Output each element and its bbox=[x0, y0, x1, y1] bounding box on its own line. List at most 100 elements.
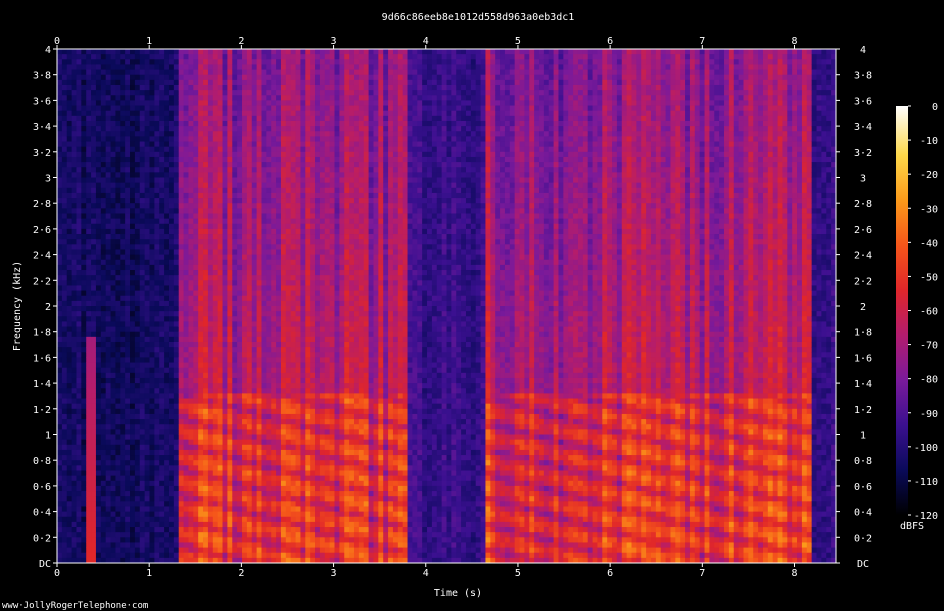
spectrogram-cell bbox=[71, 198, 77, 204]
spectrogram-cell bbox=[295, 352, 301, 358]
spectrogram-cell bbox=[203, 172, 209, 178]
spectrogram-cell bbox=[130, 54, 136, 60]
spectrogram-cell bbox=[222, 156, 228, 163]
spectrogram-cell bbox=[105, 419, 111, 425]
spectrogram-cell bbox=[57, 151, 63, 158]
spectrogram-cell bbox=[261, 115, 267, 122]
spectrogram-cell bbox=[154, 300, 160, 307]
spectrogram-cell bbox=[222, 408, 228, 415]
spectrogram-cell bbox=[86, 167, 92, 173]
spectrogram-cell bbox=[71, 208, 77, 214]
spectrogram-cell bbox=[125, 336, 131, 343]
spectrogram-cell bbox=[237, 336, 243, 343]
spectrogram-cell bbox=[232, 218, 238, 225]
spectrogram-cell bbox=[276, 218, 282, 225]
spectrogram-cell bbox=[212, 90, 219, 96]
spectrogram-cell bbox=[178, 120, 184, 127]
spectrogram-cell bbox=[95, 208, 102, 214]
spectrogram-cell bbox=[290, 475, 296, 482]
spectrogram-cell bbox=[61, 182, 68, 189]
spectrogram-cell bbox=[207, 146, 214, 153]
spectrogram-cell bbox=[227, 316, 233, 322]
spectrogram-cell bbox=[271, 388, 277, 394]
spectrogram-cell bbox=[237, 434, 243, 441]
spectrogram-cell bbox=[76, 115, 82, 122]
spectrogram-cell bbox=[188, 295, 194, 302]
spectrogram-cell bbox=[242, 347, 248, 353]
spectrogram-cell bbox=[217, 69, 223, 76]
spectrogram-cell bbox=[266, 306, 272, 312]
spectrogram-cell bbox=[227, 100, 233, 106]
spectrogram-cell bbox=[280, 372, 287, 379]
spectrogram-cell bbox=[261, 156, 267, 163]
spectrogram-cell bbox=[246, 213, 253, 220]
spectrogram-cell bbox=[285, 311, 292, 317]
spectrogram-cell bbox=[178, 151, 184, 158]
spectrogram-cell bbox=[246, 187, 253, 194]
spectrogram-cell bbox=[246, 264, 253, 271]
spectrogram-cell bbox=[242, 372, 248, 379]
spectrogram-cell bbox=[261, 95, 267, 101]
spectrogram-cell bbox=[159, 367, 165, 374]
spectrogram-cell bbox=[256, 331, 262, 338]
spectrogram-cell bbox=[285, 105, 292, 112]
spectrogram-cell bbox=[71, 285, 77, 291]
spectrogram-cell bbox=[193, 403, 199, 410]
spectrogram-cell bbox=[251, 532, 258, 538]
spectrogram-cell bbox=[227, 187, 233, 194]
spectrogram-cell bbox=[144, 413, 150, 420]
spectrogram-cell bbox=[149, 527, 155, 533]
spectrogram-cell bbox=[256, 542, 262, 548]
spectrogram-cell bbox=[203, 449, 209, 456]
spectrogram-cell bbox=[193, 218, 199, 225]
spectrogram-cell bbox=[76, 300, 82, 307]
spectrogram-cell bbox=[130, 516, 136, 523]
spectrogram-cell bbox=[266, 218, 272, 225]
spectrogram-cell bbox=[125, 151, 131, 158]
spectrogram-cell bbox=[125, 64, 131, 70]
spectrogram-cell bbox=[91, 270, 97, 276]
spectrogram-cell bbox=[168, 198, 175, 204]
spectrogram-cell bbox=[217, 239, 223, 245]
spectrogram-cell bbox=[154, 383, 160, 389]
spectrogram-cell bbox=[178, 213, 184, 220]
spectrogram-cell bbox=[115, 141, 121, 148]
spectrogram-cell bbox=[271, 460, 277, 466]
spectrogram-cell bbox=[198, 264, 204, 271]
spectrogram-cell bbox=[198, 198, 204, 204]
spectrogram-cell bbox=[120, 275, 126, 281]
spectrogram-cell bbox=[149, 69, 155, 76]
spectrogram-cell bbox=[154, 249, 160, 255]
spectrogram-cell bbox=[173, 290, 180, 297]
spectrogram-cell bbox=[66, 403, 73, 410]
spectrogram-cell bbox=[164, 300, 170, 307]
spectrogram-cell bbox=[266, 49, 272, 55]
spectrogram-cell bbox=[178, 383, 184, 389]
spectrogram-cell bbox=[168, 275, 175, 281]
spectrogram-cell bbox=[285, 552, 292, 559]
spectrogram-cell bbox=[217, 496, 223, 502]
spectrogram-cell bbox=[61, 527, 68, 533]
spectrogram-cell bbox=[285, 377, 292, 384]
spectrogram-cell bbox=[183, 223, 189, 230]
spectrogram-cell bbox=[237, 228, 243, 235]
spectrogram-cell bbox=[164, 367, 170, 374]
spectrogram-cell bbox=[120, 403, 126, 410]
spectrogram-cell bbox=[280, 167, 287, 173]
spectrogram-cell bbox=[110, 516, 116, 523]
spectrogram-cell bbox=[188, 460, 194, 466]
spectrogram-cell bbox=[159, 131, 165, 137]
spectrogram-cell bbox=[227, 74, 233, 81]
spectrogram-cell bbox=[154, 239, 160, 245]
spectrogram-cell bbox=[232, 306, 238, 312]
spectrogram-cell bbox=[105, 403, 111, 410]
spectrogram-cell bbox=[159, 187, 165, 194]
spectrogram-cell bbox=[168, 249, 175, 255]
spectrogram-cell bbox=[242, 413, 248, 420]
spectrogram-cell bbox=[295, 239, 301, 245]
spectrogram-cell bbox=[183, 506, 189, 512]
spectrogram-cell bbox=[66, 203, 73, 209]
spectrogram-cell bbox=[91, 95, 97, 101]
spectrogram-cell bbox=[183, 352, 189, 358]
spectrogram-cell bbox=[276, 239, 282, 245]
